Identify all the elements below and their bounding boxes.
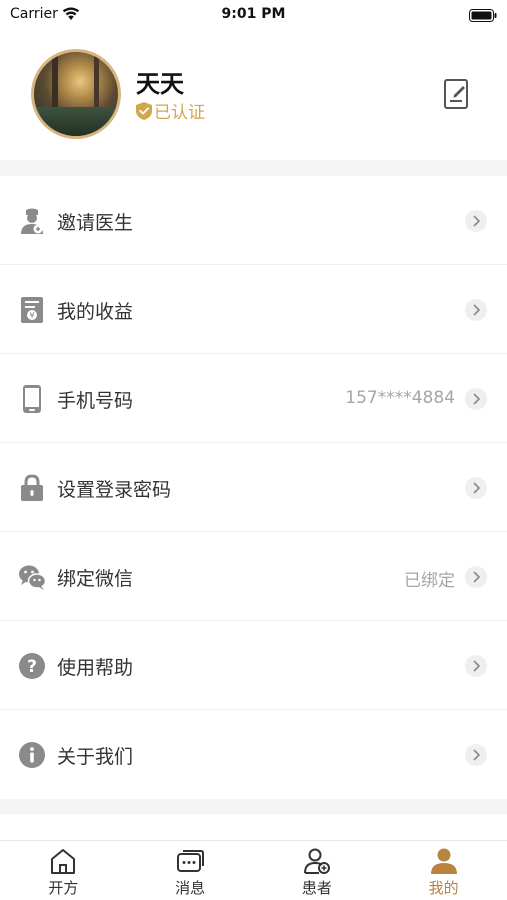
lock-icon [21, 474, 43, 501]
menu-item-invite-doctor[interactable]: 邀请医生 [0, 176, 507, 265]
menu-item-label: 我的收益 [57, 301, 134, 323]
chevron-right-icon [465, 477, 487, 499]
menu-item-about-us[interactable]: 关于我们 [0, 710, 507, 799]
menu-item-login-password[interactable]: 设置登录密码 [0, 443, 507, 532]
section-divider [0, 799, 507, 814]
earnings-icon: ¥ [21, 297, 43, 323]
section-divider [0, 160, 507, 176]
avatar[interactable] [31, 49, 121, 139]
menu-item-label: 设置登录密码 [57, 479, 172, 501]
svg-text:?: ? [27, 657, 37, 677]
verified-badge: 已认证 [136, 98, 205, 123]
tab-label: 开方 [48, 879, 79, 897]
tab-label: 患者 [301, 879, 332, 897]
edit-icon[interactable] [443, 78, 471, 110]
patient-icon [303, 848, 330, 874]
menu-item-label: 绑定微信 [57, 568, 134, 590]
phone-icon [23, 385, 41, 413]
tab-patients[interactable]: 患者 [254, 841, 381, 900]
shield-check-icon [136, 101, 152, 120]
menu-item-label: 使用帮助 [57, 657, 134, 679]
info-icon [19, 742, 45, 768]
tab-label: 消息 [175, 879, 206, 897]
avatar-ground [34, 107, 118, 136]
chevron-right-icon [465, 388, 487, 410]
doctor-icon [21, 208, 43, 234]
status-time: 9:01 PM [221, 6, 286, 22]
person-icon [430, 848, 457, 874]
svg-text:¥: ¥ [29, 311, 34, 320]
profile-header: 天天 已认证 [0, 30, 507, 160]
chevron-right-icon [465, 744, 487, 766]
battery-icon [469, 7, 497, 26]
user-name: 天天 [136, 70, 184, 98]
menu-item-bind-wechat[interactable]: 绑定微信 已绑定 [0, 532, 507, 621]
message-icon [177, 850, 205, 872]
help-icon: ? [19, 653, 45, 679]
chevron-right-icon [465, 655, 487, 677]
wechat-status-value: 已绑定 [404, 571, 455, 591]
chevron-right-icon [465, 210, 487, 232]
chevron-right-icon [465, 299, 487, 321]
menu-item-help[interactable]: ? 使用帮助 [0, 621, 507, 710]
menu-item-label: 关于我们 [57, 746, 134, 768]
menu-item-label: 邀请医生 [57, 212, 134, 234]
tab-messages[interactable]: 消息 [127, 841, 254, 900]
tab-mine[interactable]: 我的 [380, 841, 507, 900]
phone-number-value: 157****4884 [345, 388, 455, 408]
menu-item-phone-number[interactable]: 手机号码 157****4884 [0, 354, 507, 443]
settings-menu: 邀请医生 ¥ 我的收益 手机号码 157****4884 设置登录密码 绑定微信… [0, 176, 507, 799]
chevron-right-icon [465, 566, 487, 588]
verified-label: 已认证 [154, 103, 205, 123]
menu-item-label: 手机号码 [57, 390, 134, 412]
tab-label: 我的 [428, 879, 459, 897]
house-icon [51, 849, 76, 874]
tab-bar: 开方 消息 患者 我的 [0, 840, 507, 900]
status-bar: Carrier 9:01 PM [0, 0, 507, 30]
wechat-icon [19, 565, 46, 590]
menu-item-my-earnings[interactable]: ¥ 我的收益 [0, 265, 507, 354]
tab-prescribe[interactable]: 开方 [0, 841, 127, 900]
